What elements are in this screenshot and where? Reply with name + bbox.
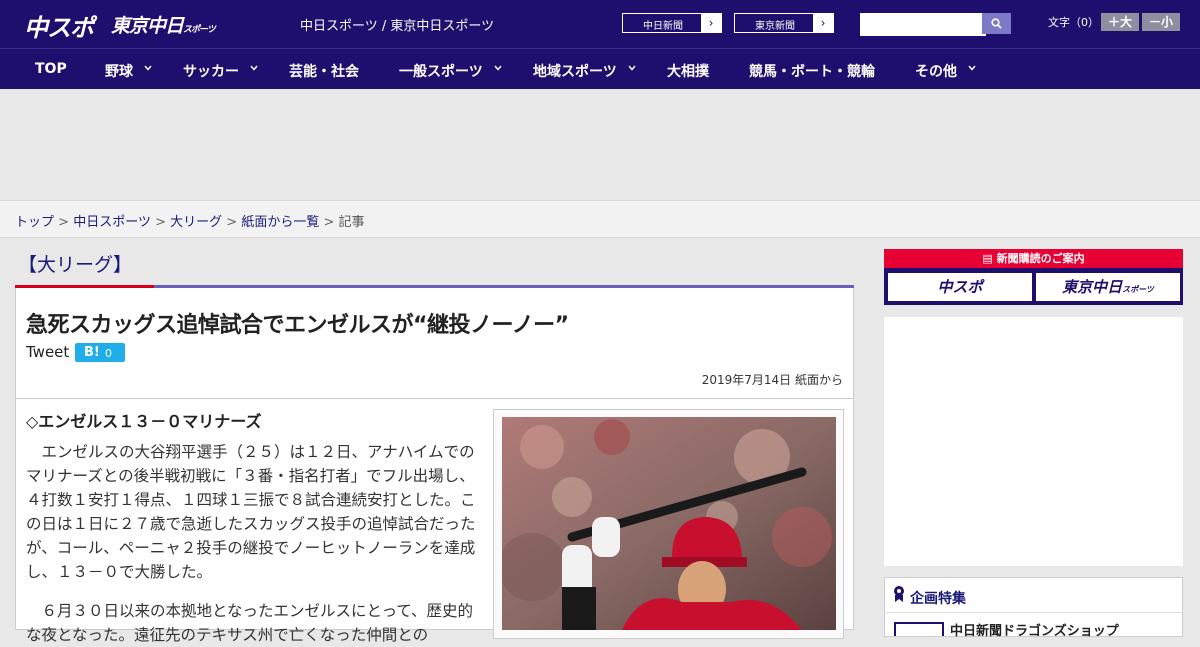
nav-item-sumo[interactable]: 大相撲 — [667, 61, 709, 81]
feature-divider — [884, 612, 1183, 613]
nav-item-racing[interactable]: 競馬・ボート・競輪 — [749, 61, 875, 81]
chunichi-logo-text: 中スポ — [24, 14, 94, 42]
article-paragraph: ６月３０日以来の本拠地となったエンゼルスにとって、歴史的な夜となった。遠征先のテ… — [26, 602, 474, 644]
newspaper-icon: ▤ — [982, 252, 997, 265]
subscription-title-text: 新聞購読のご案内 — [996, 252, 1085, 265]
subscription-title: ▤ 新聞購読のご案内 — [884, 249, 1183, 268]
nav-item-entertainment[interactable]: 芸能・社会 — [289, 61, 359, 81]
chevron-right-icon: › — [813, 14, 833, 32]
category-label: 【大リーグ】 — [18, 254, 133, 276]
subscribe-tokyo-small: スポーツ — [1122, 285, 1154, 294]
hatena-icon: B! — [84, 345, 100, 360]
breadcrumb-link[interactable]: 中日スポーツ — [73, 215, 151, 230]
breadcrumb-link[interactable]: 紙面から一覧 — [241, 215, 319, 230]
subscribe-tokyo-chunichi-button[interactable]: 東京中日スポーツ — [1036, 273, 1180, 301]
hatena-bookmark-button[interactable]: B! 0 — [75, 343, 125, 362]
chunichi-shimbun-link[interactable]: 中日新聞 › — [622, 13, 722, 33]
nav-item-top[interactable]: TOP — [35, 61, 67, 77]
nav-item-other[interactable]: その他 — [915, 61, 957, 81]
search-input[interactable] — [860, 13, 986, 36]
tokyo-shimbun-label: 東京新聞 — [755, 21, 795, 32]
chevron-down-icon[interactable] — [144, 64, 152, 72]
nav-item-baseball[interactable]: 野球 — [105, 61, 133, 81]
search-button[interactable] — [982, 13, 1011, 34]
article-subhead: ◇エンゼルス１３－０マリナーズ — [26, 412, 262, 431]
font-larger-button[interactable]: ＋大 — [1101, 13, 1139, 31]
ribbon-icon — [894, 586, 904, 602]
sidebar-ad — [884, 317, 1183, 566]
article-photo[interactable] — [502, 417, 836, 630]
article-date: 2019年7月14日 紙面から — [701, 373, 843, 387]
tokyo-logo-small: スポーツ — [183, 25, 216, 35]
breadcrumb-separator: > — [155, 215, 166, 230]
tweet-button[interactable]: Tweet — [26, 343, 69, 361]
chevron-down-icon[interactable] — [968, 64, 976, 72]
article-headline: 急死スカッグス追悼試合でエンゼルスが“継投ノーノー” — [26, 313, 569, 338]
tokyo-chunichi-logo[interactable]: 東京中日スポーツ — [111, 11, 216, 38]
tokyo-logo-text: 東京中日 — [111, 15, 184, 37]
breadcrumb-current: 記事 — [338, 215, 365, 230]
font-size-label: 文字（0） — [1048, 16, 1099, 29]
breadcrumb-separator: > — [323, 215, 335, 230]
article-paragraph: エンゼルスの大谷翔平選手（２５）は１２日、アナハイムでのマリナーズとの後半戦初戦… — [26, 443, 476, 581]
chevron-down-icon[interactable] — [494, 64, 502, 72]
font-smaller-button[interactable]: －小 — [1142, 13, 1180, 31]
chunichi-sports-logo[interactable]: 中スポ — [24, 8, 94, 43]
hatena-count: 0 — [105, 347, 112, 360]
feature-title: 企画特集 — [910, 591, 966, 607]
breadcrumb-separator: > — [226, 215, 238, 230]
tokyo-shimbun-link[interactable]: 東京新聞 › — [734, 13, 834, 33]
chevron-right-icon: › — [701, 14, 721, 32]
breadcrumb: トップ > 中日スポーツ > 大リーグ > 紙面から一覧 > 記事 — [0, 200, 1200, 238]
site-title: 中日スポーツ / 東京中日スポーツ — [300, 19, 495, 34]
feature-thumbnail[interactable] — [894, 622, 944, 636]
nav-item-general-sports[interactable]: 一般スポーツ — [399, 61, 483, 81]
chevron-down-icon[interactable] — [250, 64, 258, 72]
chunichi-shimbun-label: 中日新聞 — [643, 21, 683, 32]
breadcrumb-separator: > — [58, 215, 70, 230]
breadcrumb-link[interactable]: トップ — [15, 215, 54, 230]
subscribe-tokyo-label: 東京中日 — [1062, 278, 1123, 296]
batter-photo-image — [502, 417, 836, 630]
search-icon — [991, 18, 1002, 29]
nav-item-regional-sports[interactable]: 地域スポーツ — [533, 61, 617, 81]
top-ad-area — [0, 89, 1200, 200]
chevron-down-icon[interactable] — [628, 64, 636, 72]
main-nav: TOP 野球 サッカー 芸能・社会 一般スポーツ 地域スポーツ 大相撲 競馬・ボ… — [0, 48, 1200, 89]
breadcrumb-link[interactable]: 大リーグ — [170, 215, 222, 230]
subscribe-chunichi-sports-button[interactable]: 中スポ — [888, 273, 1032, 301]
nav-item-soccer[interactable]: サッカー — [183, 61, 239, 81]
site-header: 中スポ 東京中日スポーツ 中日スポーツ / 東京中日スポーツ 中日新聞 › 東京… — [0, 0, 1200, 48]
